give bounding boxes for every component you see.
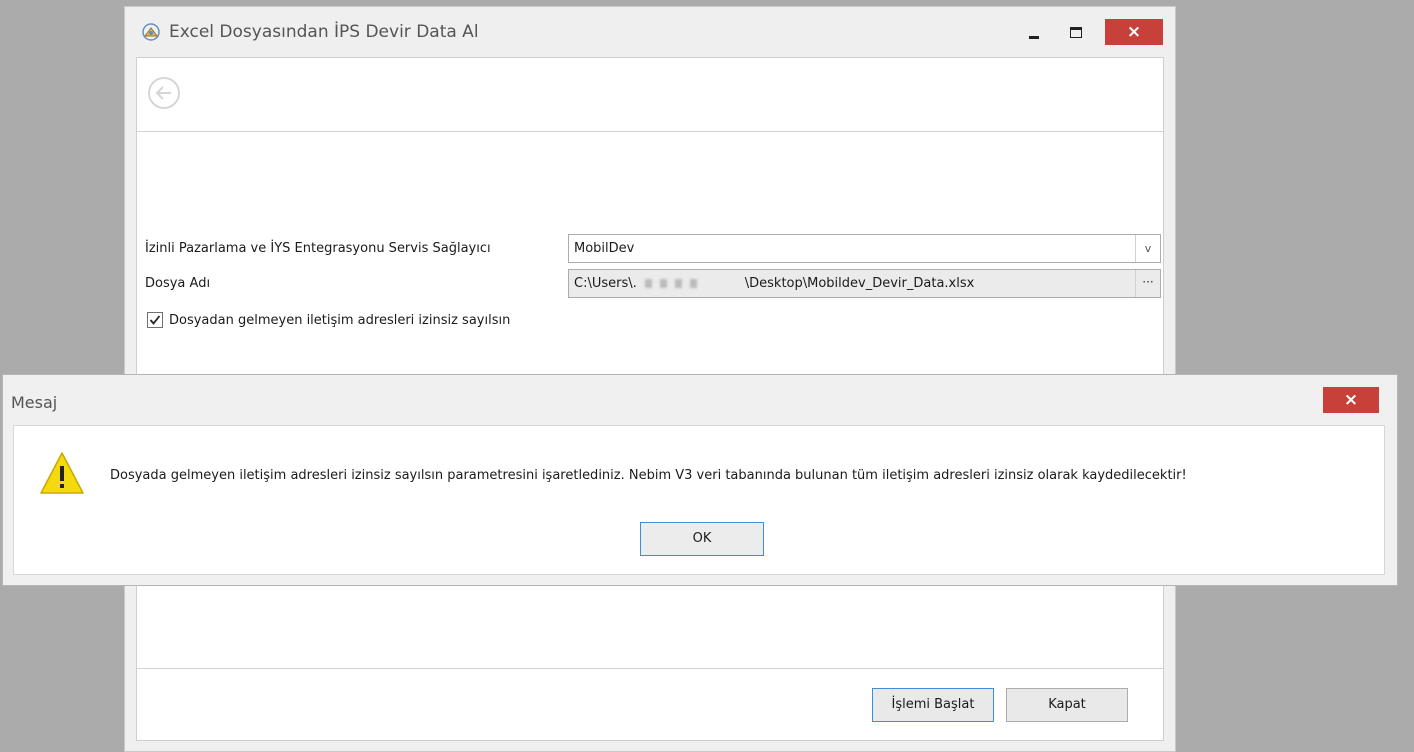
- app-icon: [141, 22, 161, 42]
- unsolicited-checkbox[interactable]: [147, 312, 163, 328]
- warning-icon: [39, 451, 85, 495]
- file-path-end: \Desktop\Mobildev_Devir_Data.xlsx: [744, 276, 975, 291]
- back-arrow-icon[interactable]: [147, 76, 181, 110]
- start-process-button[interactable]: İşlemi Başlat: [872, 688, 994, 722]
- file-path-value: C:\Users\. \Desktop\Mobildev_Devir_Data.x…: [574, 276, 974, 291]
- file-path-field[interactable]: C:\Users\. \Desktop\Mobildev_Devir_Data.x…: [568, 269, 1161, 298]
- footer-divider: [137, 668, 1163, 669]
- dialog-close-button[interactable]: ×: [1323, 387, 1379, 413]
- close-button[interactable]: Kapat: [1006, 688, 1128, 722]
- file-label: Dosya Adı: [145, 276, 211, 291]
- unsolicited-checkbox-label[interactable]: Dosyadan gelmeyen iletişim adresleri izi…: [169, 313, 510, 328]
- minimize-button[interactable]: [1019, 19, 1049, 45]
- dialog-title: Mesaj: [11, 393, 58, 412]
- toolbar-divider: [137, 131, 1163, 132]
- window-close-button[interactable]: ×: [1105, 19, 1163, 45]
- dialog-body: Dosyada gelmeyen iletişim adresleri izin…: [13, 425, 1385, 575]
- provider-label: İzinli Pazarlama ve İYS Entegrasyonu Ser…: [145, 241, 491, 256]
- check-icon: [149, 315, 161, 325]
- provider-combobox[interactable]: MobilDev v: [568, 234, 1161, 263]
- maximize-button[interactable]: [1061, 19, 1091, 45]
- message-dialog: Mesaj × Dosyada gelmeyen iletişim adresl…: [2, 374, 1398, 586]
- ok-button[interactable]: OK: [640, 522, 764, 556]
- chevron-down-icon[interactable]: v: [1135, 235, 1160, 262]
- main-titlebar[interactable]: Excel Dosyasından İPS Devir Data Al ×: [125, 7, 1175, 57]
- dialog-message: Dosyada gelmeyen iletişim adresleri izin…: [110, 468, 1187, 483]
- provider-value: MobilDev: [574, 241, 635, 256]
- file-path-start: C:\Users\.: [574, 276, 637, 291]
- browse-button[interactable]: ···: [1135, 270, 1160, 297]
- window-title: Excel Dosyasından İPS Devir Data Al: [169, 22, 479, 42]
- redacted-username: [637, 277, 745, 291]
